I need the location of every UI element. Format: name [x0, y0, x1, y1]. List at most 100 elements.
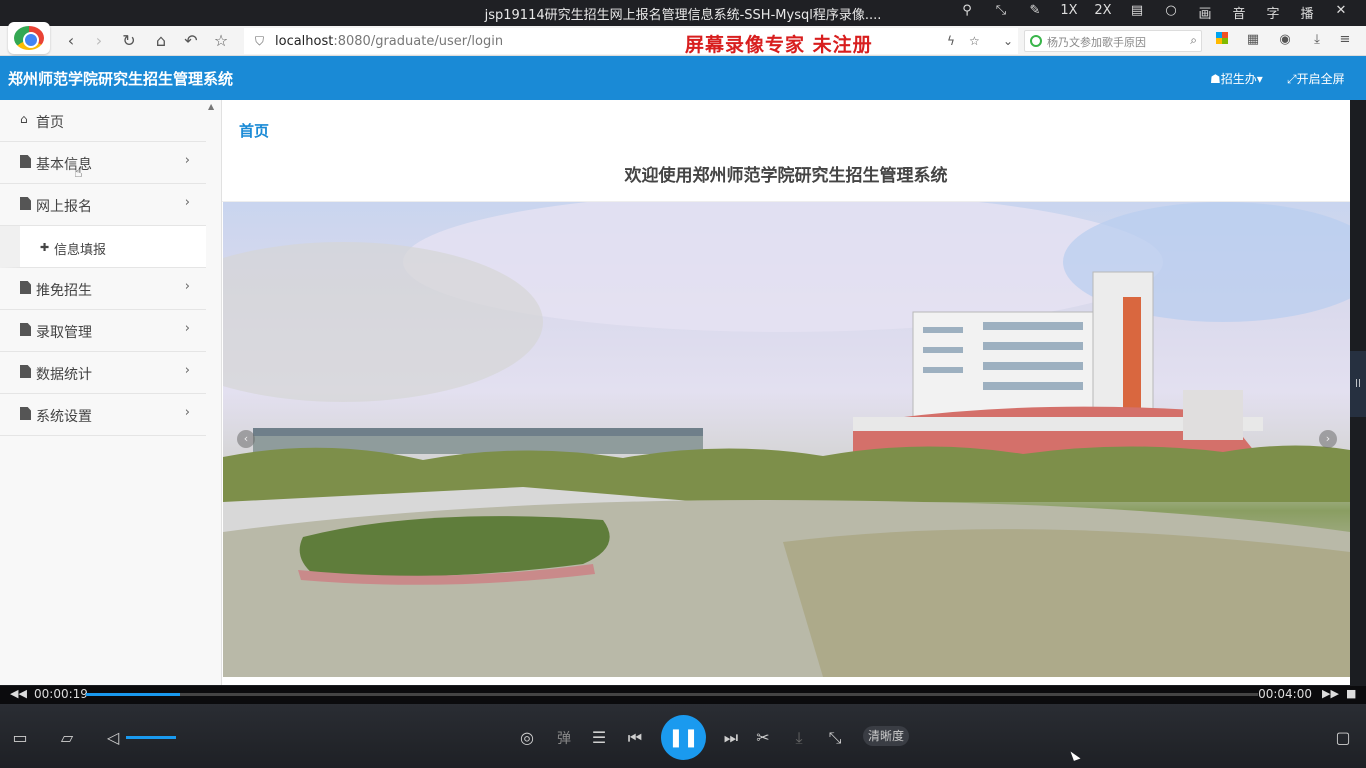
speed-1x-button[interactable]: 1X — [1052, 3, 1086, 22]
browser-toolbar: ‹ › ↻ ⌂ ↶ ☆ ⛉ localhost:8080/graduate/us… — [0, 22, 1366, 56]
volume-slider[interactable] — [126, 736, 176, 739]
stop-icon[interactable]: ■ — [1346, 687, 1356, 700]
close-icon[interactable]: ✕ — [1324, 3, 1358, 22]
rewind-icon[interactable]: ◀◀ — [10, 687, 27, 700]
sidebar-item-statistics[interactable]: 数据统计 › — [0, 352, 206, 394]
search-placeholder: 杨乃文参加歌手原因 — [1047, 36, 1146, 49]
next-icon[interactable]: ⏭ — [720, 728, 742, 748]
user-menu[interactable]: ☗招生办▾ — [1210, 70, 1263, 87]
scissors-icon[interactable]: ✂ — [752, 728, 774, 747]
danmaku-button[interactable]: 弹 — [553, 728, 575, 748]
reload-icon[interactable]: ↻ — [118, 30, 140, 52]
file-icon — [20, 281, 32, 295]
search-input[interactable]: 杨乃文参加歌手原因 ⌕ — [1024, 30, 1202, 52]
address-bar[interactable]: ⛉ localhost:8080/graduate/user/login 屏幕录… — [244, 28, 1018, 56]
expand-icon: ⤢ — [1287, 72, 1297, 86]
shrink-icon[interactable]: ⤡ — [824, 728, 846, 748]
undo-icon[interactable]: ↶ — [180, 30, 202, 52]
search-engine-icon — [1030, 35, 1042, 47]
edit-icon[interactable]: ✎ — [1018, 3, 1052, 22]
bulb-icon[interactable]: ○ — [1154, 3, 1188, 22]
folder-icon[interactable]: ▱ — [56, 728, 78, 747]
fullscreen-icon[interactable]: ▢ — [1332, 728, 1354, 747]
campus-carousel: ‹ › — [223, 202, 1350, 677]
campus-photo — [223, 202, 1350, 677]
file-icon — [20, 197, 32, 211]
fast-forward-icon[interactable]: ▶▶ — [1322, 687, 1339, 700]
quality-button[interactable]: 清晰度 — [863, 726, 909, 746]
shield-icon: ⛉ — [255, 34, 265, 48]
download-icon[interactable]: ⤓ — [1308, 32, 1326, 50]
app-header: 郑州师范学院研究生招生管理系统 ☗招生办▾ ⤢开启全屏 — [0, 56, 1366, 100]
sidebar-item-online-registration[interactable]: 网上报名 › — [0, 184, 206, 226]
welcome-heading: 欢迎使用郑州师范学院研究生招生管理系统 — [624, 166, 948, 186]
shield-ext-icon[interactable]: ◉ — [1276, 32, 1294, 50]
playlist-button[interactable]: 播 — [1290, 3, 1324, 22]
shrink-icon[interactable]: ⤡ — [984, 3, 1018, 22]
audio-button[interactable]: 音 — [1222, 3, 1256, 22]
time-total: 00:04:00 — [1258, 687, 1312, 701]
home-icon[interactable]: ⌂ — [150, 30, 172, 52]
chevron-right-icon: › — [184, 195, 190, 210]
lightning-icon[interactable]: ϟ — [947, 34, 955, 48]
url-path: :8080/graduate/user/login — [333, 34, 504, 49]
chevron-right-icon: › — [184, 279, 190, 294]
forward-icon[interactable]: › — [88, 30, 110, 52]
file-icon — [20, 365, 32, 379]
sidebar-item-basic-info[interactable]: 基本信息 › — [0, 142, 206, 184]
time-current: 00:00:19 — [34, 687, 88, 701]
player-control-bar: ▭ ▱ ◁ ◎ 弹 ☰ ⏮ ❚❚ ⏭ ✂ ⤓ ⤡ 清晰度 ▢ — [0, 704, 1366, 768]
library-icon[interactable]: ▭ — [9, 728, 31, 747]
main-content: 首页 欢迎使用郑州师范学院研究生招生管理系统 ‹ › — [222, 100, 1350, 685]
menu-icon[interactable]: ≡ — [1336, 32, 1354, 50]
progress-fill — [86, 693, 180, 696]
file-icon — [20, 155, 32, 169]
back-icon[interactable]: ‹ — [60, 30, 82, 52]
sidebar-item-home[interactable]: ⌂ 首页 — [0, 100, 206, 142]
fullscreen-button[interactable]: ⤢开启全屏 — [1287, 70, 1345, 87]
hand-cursor-icon: ☝ — [74, 165, 83, 181]
recorder-watermark: 屏幕录像专家 未注册 — [685, 34, 873, 56]
apps-icon[interactable] — [1213, 32, 1231, 50]
carousel-prev-icon[interactable]: ‹ — [237, 430, 255, 448]
sidebar-item-admission-management[interactable]: 录取管理 › — [0, 310, 206, 352]
previous-icon[interactable]: ⏮ — [624, 728, 646, 748]
user-icon: ☗ — [1210, 72, 1221, 86]
breadcrumb[interactable]: 首页 — [239, 120, 269, 141]
chevron-right-icon: › — [184, 153, 190, 168]
search-icon[interactable]: ⌕ — [1190, 33, 1197, 48]
qrcode-icon[interactable]: ▦ — [1244, 32, 1262, 50]
system-title: 郑州师范学院研究生招生管理系统 — [8, 70, 234, 88]
chevron-down-icon[interactable]: ⌄ — [1003, 34, 1013, 48]
subtitle-button[interactable]: 字 — [1256, 3, 1290, 22]
star-icon[interactable]: ☆ — [210, 30, 232, 52]
player-progress-row: ◀◀ 00:00:19 00:04:00 ▶▶ ■ — [0, 686, 1366, 704]
caret-down-icon: ▾ — [1256, 72, 1263, 86]
speed-2x-button[interactable]: 2X — [1086, 3, 1120, 22]
file-icon — [20, 323, 32, 337]
download-icon[interactable]: ⤓ — [788, 728, 810, 748]
eye-icon[interactable]: ◎ — [516, 728, 538, 747]
file-icon — [20, 407, 32, 421]
scroll-up-icon[interactable]: ▲ — [208, 102, 214, 111]
puzzle-icon: ✚ — [40, 241, 50, 254]
side-drawer-tab[interactable]: || — [1350, 351, 1366, 417]
bookmark-star-icon[interactable]: ☆ — [969, 34, 980, 48]
picture-button[interactable]: 画 — [1188, 3, 1222, 22]
player-title-bar: jsp19114研究生招生网上报名管理信息系统-SSH-Mysql程序录像...… — [0, 0, 1366, 26]
sidebar-subitem-info-fill[interactable]: ✚ 信息填报 — [0, 226, 206, 268]
equalizer-icon[interactable]: ☰ — [588, 728, 610, 747]
pause-button[interactable]: ❚❚ — [661, 715, 706, 760]
chevron-right-icon: › — [184, 321, 190, 336]
volume-icon[interactable]: ◁ — [102, 728, 124, 747]
url-host: localhost — [275, 34, 334, 49]
sidebar-item-system-settings[interactable]: 系统设置 › — [0, 394, 206, 436]
layout-icon[interactable]: ▤ — [1120, 3, 1154, 22]
carousel-next-icon[interactable]: › — [1319, 430, 1337, 448]
sidebar-item-recommended-admission[interactable]: 推免招生 › — [0, 268, 206, 310]
progress-track[interactable] — [86, 693, 1258, 696]
pin-icon[interactable]: ⚲ — [950, 3, 984, 22]
chevron-right-icon: › — [184, 363, 190, 378]
sidebar: ▲ ⌂ 首页 基本信息 › 网上报名 › ✚ 信息填报 推免招生 › 录取管理 … — [0, 100, 222, 685]
browser-logo — [8, 22, 50, 54]
